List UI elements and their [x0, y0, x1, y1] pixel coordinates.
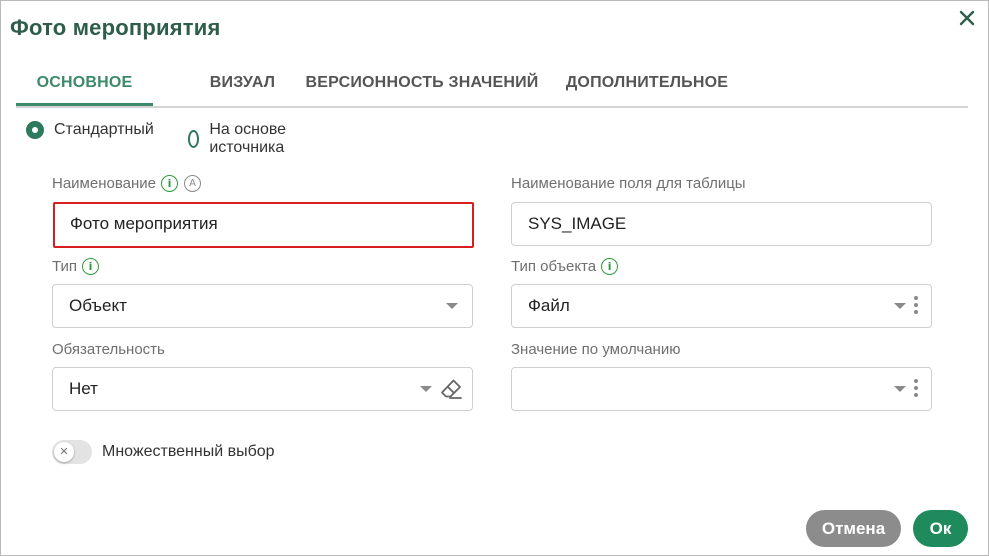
- more-vertical-icon[interactable]: [914, 296, 918, 318]
- cancel-button[interactable]: Отмена: [806, 510, 901, 547]
- chevron-down-icon[interactable]: [446, 303, 458, 309]
- tab-visual[interactable]: ВИЗУАЛ: [176, 63, 309, 104]
- info-icon[interactable]: i: [601, 258, 619, 275]
- radio-standard[interactable]: Стандартный: [26, 121, 154, 139]
- tab-bar: ОСНОВНОЕ ВИЗУАЛ ВЕРСИОННОСТЬ ЗНАЧЕНИЙ ДО…: [16, 63, 968, 108]
- table-field-label: Наименование поля для таблицы: [511, 175, 746, 192]
- type-label-row: Тип i: [52, 258, 100, 275]
- name-label: Наименование: [52, 175, 156, 192]
- default-value-label: Значение по умолчанию: [511, 341, 681, 358]
- type-select-value: Объект: [69, 296, 127, 315]
- tab-additional[interactable]: ДОПОЛНИТЕЛЬНОЕ: [564, 63, 730, 104]
- radio-source-based-label: На основе источника: [209, 121, 287, 156]
- default-value-label-row: Значение по умолчанию: [511, 341, 680, 358]
- info-icon[interactable]: i: [160, 175, 178, 192]
- multi-select-toggle[interactable]: ✕: [52, 440, 92, 464]
- chevron-down-icon[interactable]: [894, 386, 906, 392]
- info-icon[interactable]: i: [82, 258, 100, 275]
- object-type-label: Тип объекта: [511, 258, 597, 275]
- chevron-down-icon[interactable]: [894, 303, 906, 309]
- type-label: Тип: [52, 258, 78, 275]
- table-field-input-value: SYS_IMAGE: [528, 214, 627, 233]
- radio-checked-icon: [26, 121, 44, 139]
- close-icon[interactable]: [956, 7, 978, 29]
- chevron-down-icon[interactable]: [420, 386, 432, 392]
- table-field-label-row: Наименование поля для таблицы: [511, 175, 746, 192]
- auto-translate-icon[interactable]: A: [183, 175, 201, 192]
- tab-main[interactable]: ОСНОВНОЕ: [16, 63, 153, 106]
- default-value-select[interactable]: [511, 367, 932, 411]
- name-input-value: Фото мероприятия: [70, 214, 218, 233]
- dialog-title: Фото мероприятия: [10, 15, 221, 40]
- multi-select-label: Множественный выбор: [102, 443, 275, 460]
- required-label: Обязательность: [52, 341, 165, 358]
- required-select-value: Нет: [69, 379, 98, 398]
- table-field-input[interactable]: SYS_IMAGE: [511, 202, 932, 246]
- object-type-select-value: Файл: [528, 296, 570, 315]
- toggle-off-icon: ✕: [54, 442, 74, 462]
- tab-value-versioning[interactable]: ВЕРСИОННОСТЬ ЗНАЧЕНИЙ: [303, 63, 541, 104]
- required-label-row: Обязательность: [52, 341, 165, 358]
- eraser-icon[interactable]: [439, 377, 463, 401]
- type-select[interactable]: Объект: [52, 284, 473, 328]
- name-input[interactable]: Фото мероприятия: [53, 202, 474, 248]
- dialog: Фото мероприятия ОСНОВНОЕ ВИЗУАЛ ВЕРСИОН…: [0, 0, 989, 556]
- object-type-select[interactable]: Файл: [511, 284, 932, 328]
- more-vertical-icon[interactable]: [914, 379, 918, 401]
- radio-standard-label: Стандартный: [54, 121, 154, 138]
- radio-source-based[interactable]: На основе источника: [188, 121, 291, 157]
- object-type-label-row: Тип объекта i: [511, 258, 619, 275]
- radio-unchecked-icon: [188, 130, 200, 148]
- required-select[interactable]: Нет: [52, 367, 473, 411]
- name-label-row: Наименование i A: [52, 175, 201, 192]
- ok-button[interactable]: Ок: [913, 510, 968, 547]
